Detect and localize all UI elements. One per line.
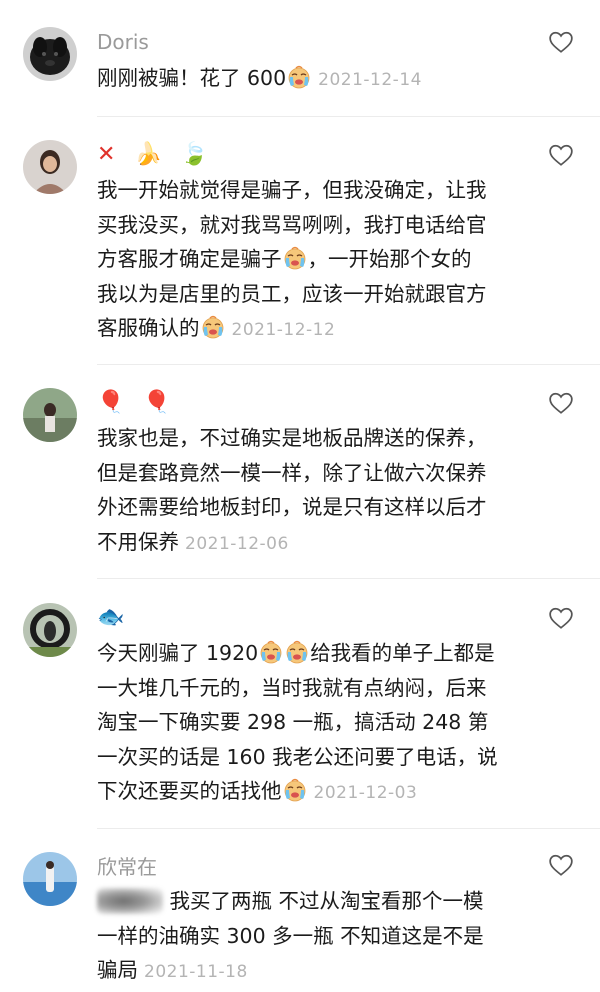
crying-emoji-icon bbox=[285, 640, 309, 664]
cross-emoji-icon: ✕ bbox=[97, 142, 122, 167]
comment-5: 欣常在 我买了两瓶 不过从淘宝看那个一模 一样的油确实 300 多一瓶 不知道这… bbox=[0, 852, 600, 990]
heart-icon[interactable] bbox=[548, 390, 574, 416]
balloon-emoji-icon: 🎈 bbox=[97, 390, 131, 415]
comment-text: 刚刚被骗！花了 600 2021-12-14 bbox=[97, 65, 422, 90]
fish-emoji-icon: 🐟 bbox=[97, 605, 131, 630]
avatar[interactable] bbox=[23, 140, 77, 194]
banana-emoji-icon: 🍌 bbox=[134, 142, 168, 167]
avatar[interactable] bbox=[23, 852, 77, 906]
heart-icon[interactable] bbox=[548, 852, 574, 878]
username[interactable]: 欣常在 bbox=[97, 852, 600, 882]
crying-emoji-icon bbox=[283, 246, 307, 270]
comment-3: 🎈 🎈 我家也是，不过确实是地板品牌送的保养， 但是套路竟然一模一样，除了让做六… bbox=[0, 388, 600, 561]
crying-emoji-icon bbox=[259, 640, 283, 664]
avatar[interactable] bbox=[23, 388, 77, 442]
user-emoji-name[interactable]: ✕ 🍌 🍃 bbox=[97, 140, 600, 170]
divider bbox=[97, 578, 600, 579]
comment-4: 🐟 今天刚骗了 1920 给我看的单子上都是 一大堆几千元的，当时我就有点纳闷，后… bbox=[0, 603, 600, 811]
divider bbox=[97, 828, 600, 829]
comment-date: 2021-12-12 bbox=[231, 320, 336, 340]
comment-date: 2021-11-18 bbox=[144, 962, 248, 982]
comment-text: 我买了两瓶 不过从淘宝看那个一模 一样的油确实 300 多一瓶 不知道这是不是 … bbox=[97, 888, 484, 982]
avatar[interactable] bbox=[23, 27, 77, 81]
divider bbox=[97, 116, 600, 117]
blurred-mention bbox=[97, 888, 163, 914]
avatar[interactable] bbox=[23, 603, 77, 657]
heart-icon[interactable] bbox=[548, 142, 574, 168]
comment-text: 我一开始就觉得是骗子，但我没确定，让我 买我没买，就对我骂骂咧咧，我打电话给官 … bbox=[97, 178, 487, 340]
comment-1: Doris 刚刚被骗！花了 600 2021-12-14 bbox=[0, 27, 600, 98]
balloon-emoji-icon: 🎈 bbox=[143, 390, 177, 415]
comment-text: 今天刚骗了 1920 给我看的单子上都是 一大堆几千元的，当时我就有点纳闷，后来 … bbox=[97, 640, 498, 803]
username[interactable]: Doris bbox=[97, 27, 600, 57]
crying-emoji-icon bbox=[283, 778, 307, 802]
comment-date: 2021-12-06 bbox=[185, 533, 289, 554]
crying-emoji-icon bbox=[201, 315, 225, 339]
crying-emoji-icon bbox=[287, 65, 311, 89]
divider bbox=[97, 364, 600, 365]
heart-icon[interactable] bbox=[548, 29, 574, 55]
comment-date: 2021-12-03 bbox=[313, 783, 418, 803]
comment-text: 我家也是，不过确实是地板品牌送的保养， 但是套路竟然一模一样，除了让做六次保养 … bbox=[97, 426, 487, 554]
user-emoji-name[interactable]: 🐟 bbox=[97, 603, 600, 633]
comment-date: 2021-12-14 bbox=[318, 70, 422, 90]
comment-2: ✕ 🍌 🍃 我一开始就觉得是骗子，但我没确定，让我 买我没买，就对我骂骂咧咧，我… bbox=[0, 140, 600, 348]
leaf-emoji-icon: 🍃 bbox=[180, 142, 215, 167]
user-emoji-name[interactable]: 🎈 🎈 bbox=[97, 388, 600, 418]
heart-icon[interactable] bbox=[548, 605, 574, 631]
